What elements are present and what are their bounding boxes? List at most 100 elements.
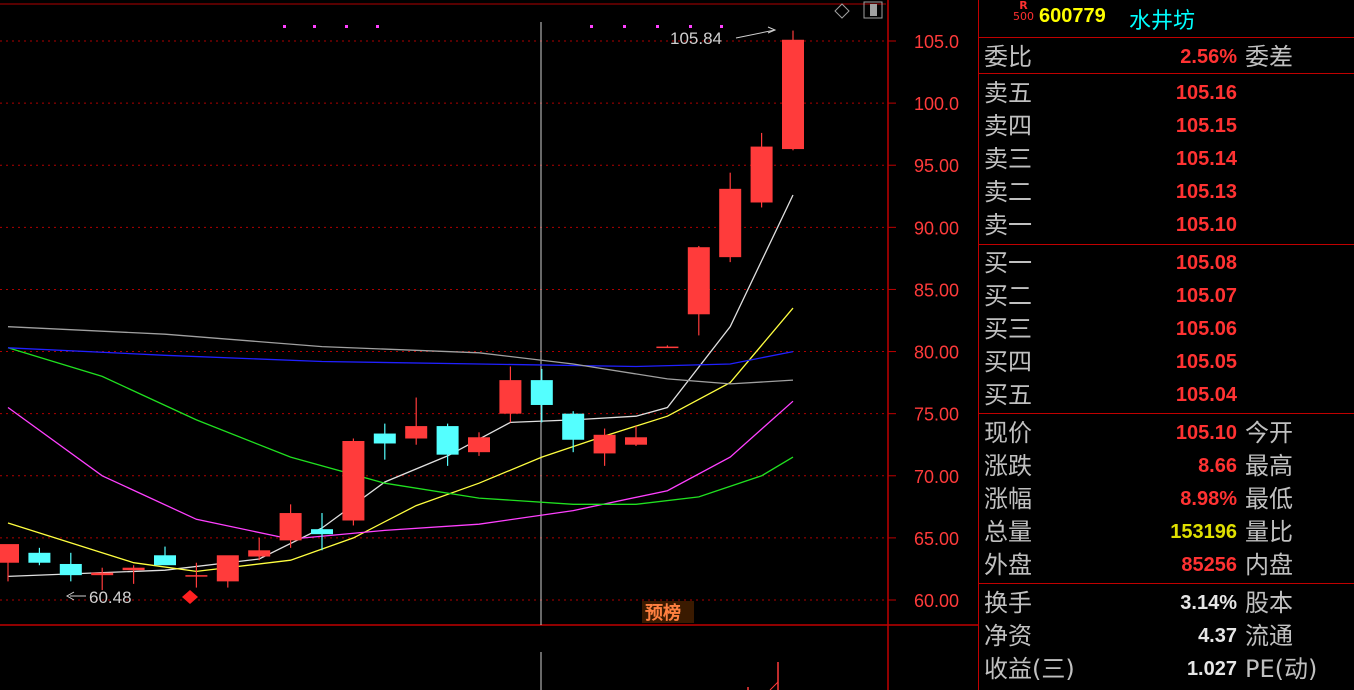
row-label-secondary: 最低 bbox=[1245, 485, 1293, 513]
row-label: 买五 bbox=[984, 381, 1032, 409]
badge-label[interactable]: 预榜 bbox=[645, 602, 681, 624]
candle[interactable] bbox=[122, 565, 145, 584]
separator bbox=[979, 244, 1354, 245]
candle[interactable] bbox=[248, 537, 271, 561]
candle-body bbox=[311, 529, 333, 535]
quote-row: 总量 153196 量比 bbox=[979, 515, 1354, 548]
signal-diamond bbox=[182, 590, 198, 604]
candle[interactable] bbox=[468, 432, 490, 456]
buys-row: 买三 105.06 bbox=[979, 312, 1354, 345]
candle-body bbox=[122, 567, 145, 571]
row-label: 卖四 bbox=[984, 112, 1032, 140]
fund-row: 收益(三) 1.027 PE(动) bbox=[979, 652, 1354, 685]
candle-body bbox=[687, 247, 710, 315]
stock-name[interactable]: 水井坊 bbox=[1129, 3, 1195, 35]
row-value: 105.16 bbox=[1175, 82, 1237, 104]
sells-row: 卖五 105.16 bbox=[979, 76, 1354, 109]
quote-panel: R 500 600779 水井坊 委比 2.56% 委差 卖五 105.16 卖四 1… bbox=[978, 0, 1354, 690]
row-label: 总量 bbox=[984, 518, 1032, 546]
marker-dot bbox=[689, 25, 692, 28]
marker-dot bbox=[313, 25, 316, 28]
candlesticks[interactable] bbox=[0, 30, 804, 591]
ma60-line bbox=[7, 347, 794, 505]
ma20-line bbox=[7, 400, 794, 540]
diamond-icon[interactable] bbox=[834, 3, 850, 19]
row-value: 105.08 bbox=[1175, 252, 1237, 274]
kline-chart[interactable]: 105.0 100.0 95.00 90.00 85.00 80.00 75.00 70.00… bbox=[0, 0, 978, 690]
row-label: 换手 bbox=[984, 589, 1032, 617]
candle[interactable] bbox=[719, 172, 742, 263]
stock-code[interactable]: 600779 bbox=[1039, 5, 1106, 28]
candle[interactable] bbox=[373, 423, 396, 460]
candle[interactable] bbox=[530, 368, 553, 423]
candle[interactable] bbox=[216, 555, 239, 588]
candle[interactable] bbox=[59, 552, 82, 582]
row-value: 105.05 bbox=[1175, 351, 1237, 373]
row-value: 4.37 bbox=[1198, 625, 1237, 647]
candle-body bbox=[436, 426, 459, 455]
candle[interactable] bbox=[656, 345, 679, 349]
ma250-line bbox=[7, 326, 794, 385]
buys-row: 买五 105.04 bbox=[979, 378, 1354, 411]
axis-tick-label: 95.00 bbox=[914, 156, 959, 176]
row-label: 收益(三) bbox=[984, 655, 1075, 683]
candle[interactable] bbox=[687, 245, 710, 336]
high-arrow-head bbox=[767, 26, 777, 34]
candle[interactable] bbox=[28, 547, 51, 566]
candle-body bbox=[279, 513, 302, 541]
candle-body bbox=[91, 572, 114, 576]
axis-tick-label: 70.00 bbox=[914, 467, 959, 487]
candle[interactable] bbox=[405, 397, 428, 445]
row-label-secondary: 今开 bbox=[1245, 419, 1293, 447]
candle-body bbox=[185, 575, 208, 577]
candle-body bbox=[593, 434, 616, 454]
row-label: 涨跌 bbox=[984, 452, 1032, 480]
row-label: 现价 bbox=[984, 419, 1032, 447]
candle[interactable] bbox=[311, 513, 333, 551]
candle-body bbox=[562, 413, 585, 440]
quote-row: 涨幅 8.98% 最低 bbox=[979, 482, 1354, 515]
row-value: 85256 bbox=[1181, 554, 1237, 576]
candle[interactable] bbox=[499, 366, 522, 423]
candle[interactable] bbox=[782, 30, 804, 151]
row-value: 105.10 bbox=[1175, 422, 1237, 444]
marker-dot bbox=[590, 25, 593, 28]
marker-dot bbox=[376, 25, 379, 28]
candle[interactable] bbox=[750, 132, 773, 208]
candle-body bbox=[405, 426, 428, 439]
candle-body bbox=[59, 563, 82, 576]
window-icon-bar bbox=[870, 4, 877, 16]
row-value: 105.04 bbox=[1175, 384, 1237, 406]
weicha-label: 委差 bbox=[1245, 43, 1293, 71]
candle[interactable] bbox=[279, 504, 302, 548]
candle-body bbox=[373, 433, 396, 444]
candle-body bbox=[499, 380, 522, 414]
candle-body bbox=[342, 440, 365, 521]
candle-body bbox=[28, 552, 51, 563]
weibi-label: 委比 bbox=[984, 43, 1032, 71]
row-value: 8.98% bbox=[1180, 488, 1237, 510]
price-grid bbox=[0, 40, 896, 601]
candle[interactable] bbox=[154, 546, 176, 566]
sells-row: 卖一 105.10 bbox=[979, 208, 1354, 241]
candle-body bbox=[750, 146, 773, 203]
candle[interactable] bbox=[562, 411, 585, 453]
candle-body bbox=[719, 188, 742, 258]
row-value: 105.06 bbox=[1175, 318, 1237, 340]
separator bbox=[979, 413, 1354, 414]
separator bbox=[979, 73, 1354, 74]
quote-row: 外盘 85256 内盘 bbox=[979, 548, 1354, 581]
row-label-secondary: 流通 bbox=[1245, 622, 1293, 650]
high-arrow bbox=[735, 29, 776, 39]
marker-dot bbox=[623, 25, 626, 28]
candle[interactable] bbox=[185, 562, 208, 588]
row-value: 1.027 bbox=[1186, 658, 1237, 680]
buys-row: 买四 105.05 bbox=[979, 345, 1354, 378]
row-label: 卖一 bbox=[984, 211, 1032, 239]
candle-body bbox=[154, 555, 176, 566]
candle-body bbox=[216, 555, 239, 582]
candle[interactable] bbox=[91, 567, 114, 591]
marker-dot bbox=[345, 25, 348, 28]
candle[interactable] bbox=[342, 438, 365, 526]
candle-body bbox=[468, 437, 490, 453]
